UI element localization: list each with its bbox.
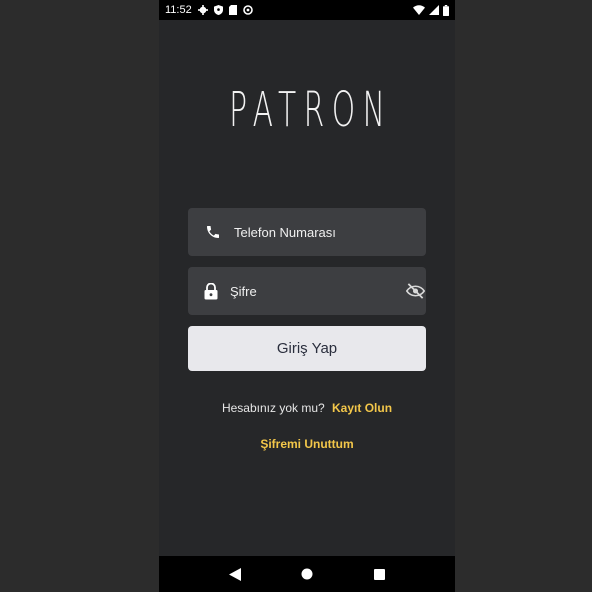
battery-icon (443, 4, 449, 16)
eye-off-icon[interactable] (406, 281, 425, 301)
lock-icon (204, 282, 218, 300)
phone-input[interactable] (234, 224, 426, 240)
status-bar: 11:52 (159, 0, 455, 20)
password-field[interactable] (188, 267, 426, 315)
phone-screen: 11:52 PATRON Telefon Numarası Giriş Yap … (159, 0, 455, 592)
app-logo: PATRON (229, 82, 393, 138)
phone-field[interactable] (188, 208, 426, 256)
forgot-password-link[interactable]: Şifremi Unuttum (159, 437, 455, 451)
password-input[interactable] (230, 283, 406, 299)
gear-icon (197, 5, 208, 15)
circle-status-icon (242, 5, 253, 15)
wifi-icon (413, 5, 425, 15)
home-icon[interactable] (295, 562, 319, 586)
status-time: 11:52 (165, 4, 192, 16)
navigation-bar (159, 556, 455, 592)
register-prompt: Hesabınız yok mu? (221, 401, 325, 415)
register-row: Hesabınız yok mu? Kayıt Olun (159, 401, 455, 415)
recents-icon[interactable] (367, 562, 391, 586)
sim-card-icon (228, 5, 237, 15)
shield-icon (213, 5, 223, 15)
login-button[interactable]: Giriş Yap (188, 326, 426, 371)
phone-icon (204, 223, 222, 241)
register-link[interactable]: Kayıt Olun (332, 401, 392, 415)
signal-icon (429, 5, 439, 15)
back-icon[interactable] (223, 562, 247, 586)
